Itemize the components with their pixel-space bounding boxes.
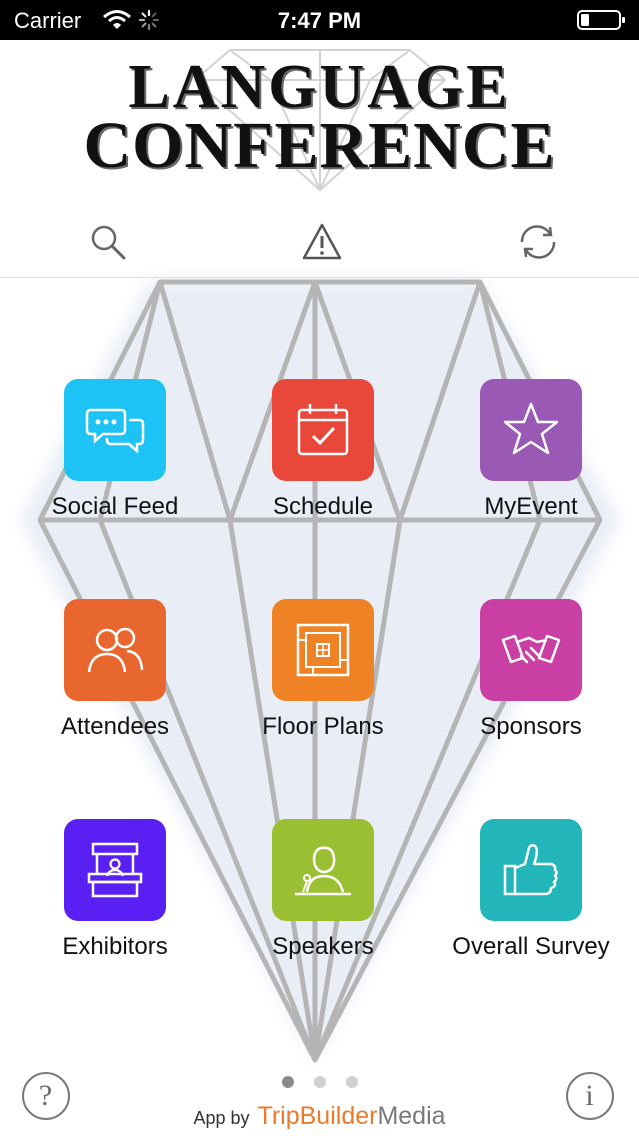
thumbs-up-icon [480,819,582,921]
battery-icon [577,9,627,36]
search-icon[interactable] [88,222,128,262]
tile-exhibitors[interactable]: Exhibitors [10,819,220,979]
booth-icon [64,819,166,921]
status-time: 7:47 PM [277,8,362,33]
tile-floor-plans[interactable]: Floor Plans [218,599,428,759]
tile-social-feed[interactable]: Social Feed [10,379,220,539]
brand-name-part-2: Media [377,1102,446,1130]
tile-overall-survey[interactable]: Overall Survey [426,819,636,979]
logo-title-line-2: CONFERENCE [83,109,556,182]
page-indicator [0,1075,639,1088]
tile-sponsors[interactable]: Sponsors [426,599,636,759]
conference-logo: LANGUAGE CONFERENCE [0,40,639,200]
page-dot-3[interactable] [345,1076,358,1088]
chat-bubbles-icon [64,379,166,481]
tile-label: Sponsors [480,713,582,740]
page-dot-1[interactable] [281,1076,294,1088]
tile-myevent[interactable]: MyEvent [426,379,636,539]
refresh-icon[interactable] [516,222,556,262]
brand-name-part-1: TripBuilder [257,1102,378,1130]
calendar-icon [272,379,374,481]
app-credit[interactable]: App by TripBuilderMedia [0,1102,639,1131]
star-icon [480,379,582,481]
tile-label: Overall Survey [452,933,610,960]
tile-schedule[interactable]: Schedule [218,379,428,539]
credit-prefix: App by [193,1108,250,1128]
status-bar: Carrier 7:47 PM [0,0,639,40]
page-dot-2[interactable] [313,1076,326,1088]
alert-icon[interactable] [302,222,342,262]
floor-plan-icon [272,599,374,701]
tile-label: MyEvent [484,493,578,520]
tile-attendees[interactable]: Attendees [10,599,220,759]
tile-speakers[interactable]: Speakers [218,819,428,979]
people-icon [64,599,166,701]
handshake-icon [480,599,582,701]
toolbar [0,206,639,278]
speaker-icon [272,819,374,921]
